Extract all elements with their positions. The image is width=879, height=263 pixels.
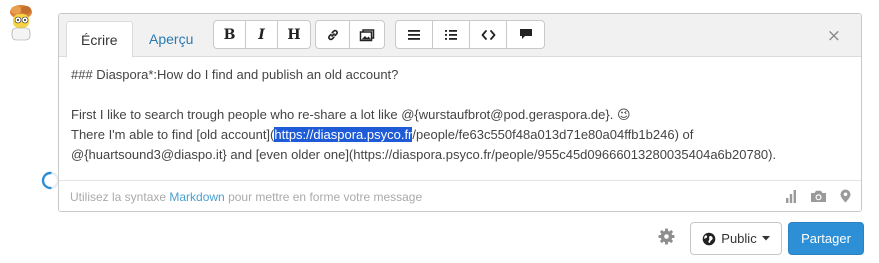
editor-toolbar: Écrire Aperçu B I H × — [59, 14, 861, 58]
link-button[interactable] — [316, 21, 350, 48]
poll-icon[interactable] — [785, 189, 797, 203]
message-line-1: ### Diaspora*:How do I find and publish … — [71, 67, 399, 82]
block-button-group — [395, 20, 545, 49]
message-line-4: @{huartsound3@diaspo.it} and [even older… — [71, 147, 777, 162]
post-editor: Écrire Aperçu B I H × ### Diaspora*:How … — [58, 13, 862, 212]
caret-down-icon — [761, 236, 770, 241]
quote-button[interactable] — [507, 21, 544, 48]
message-line-blank — [71, 87, 75, 102]
heading-button[interactable]: H — [278, 21, 310, 48]
insert-button-group — [315, 20, 385, 49]
markdown-link[interactable]: Markdown — [169, 190, 224, 204]
tab-write[interactable]: Écrire — [66, 21, 133, 58]
heading-icon: H — [287, 26, 301, 43]
format-button-group: B I H — [213, 20, 311, 49]
close-icon[interactable]: × — [827, 26, 841, 46]
hint-before: Utilisez la syntaxe — [70, 190, 170, 204]
message-line-2: First I like to search trough people who… — [71, 107, 631, 122]
markdown-hint: Utilisez la syntaxe Markdown pour mettre… — [70, 190, 422, 204]
bullet-list-button[interactable] — [433, 21, 470, 48]
italic-button[interactable]: I — [246, 21, 278, 48]
bold-button[interactable]: B — [214, 21, 246, 48]
message-line-3b: /people/fe63c550f48a013d71e80a04ffb1b246… — [412, 127, 694, 142]
editor-footer: Utilisez la syntaxe Markdown pour mettre… — [59, 180, 861, 211]
quote-icon — [519, 29, 532, 39]
message-line-3a: There I'm able to find [old account]( — [71, 127, 275, 142]
ordered-list-button[interactable] — [396, 21, 433, 48]
code-icon — [481, 29, 495, 40]
avatar — [4, 4, 38, 42]
settings-gear-icon[interactable] — [658, 228, 675, 245]
bullet-list-icon — [445, 29, 457, 40]
italic-icon: I — [258, 26, 265, 43]
share-button[interactable]: Partager — [788, 222, 864, 255]
message-textarea[interactable]: ### Diaspora*:How do I find and publish … — [59, 58, 861, 180]
bold-icon: B — [223, 26, 236, 43]
image-icon — [359, 28, 375, 41]
hint-after: pour mettre en forme votre message — [224, 190, 423, 204]
code-button[interactable] — [470, 21, 507, 48]
camera-icon[interactable] — [810, 189, 827, 203]
image-button[interactable] — [350, 21, 384, 48]
footer-icons — [785, 189, 851, 203]
globe-icon — [702, 232, 716, 245]
visibility-label: Public — [721, 231, 757, 246]
ordered-list-icon — [408, 29, 420, 40]
tab-preview[interactable]: Aperçu — [135, 21, 207, 58]
visibility-dropdown[interactable]: Public — [690, 222, 782, 255]
link-icon — [327, 29, 338, 40]
location-icon[interactable] — [840, 189, 851, 203]
selected-text: https://diaspora.psyco.fr — [274, 127, 413, 142]
